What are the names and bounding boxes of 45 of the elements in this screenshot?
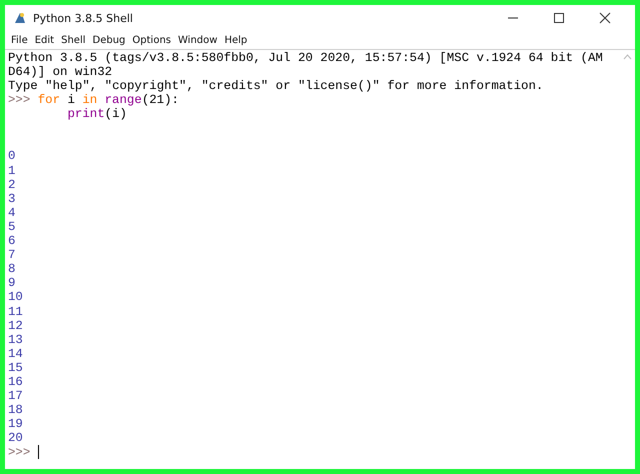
output-line: 7	[8, 248, 16, 262]
window-title: Python 3.8.5 Shell	[33, 12, 133, 24]
code-token: for	[38, 93, 60, 108]
code-token: i	[67, 93, 75, 108]
code-token: >>>	[8, 93, 30, 108]
output-line: 6	[8, 234, 16, 248]
output-line: 11	[8, 304, 23, 318]
output-line: 14	[8, 346, 23, 361]
banner-line: D64)] on win32	[8, 65, 114, 80]
python-icon	[13, 11, 27, 25]
output-line: 15	[8, 360, 23, 375]
menu-item[interactable]: Shell	[58, 34, 90, 46]
output-line: 13	[8, 332, 23, 347]
output-line: 8	[8, 262, 16, 276]
maximize-icon[interactable]	[553, 12, 565, 24]
output-line: 10	[8, 290, 23, 304]
banner-line: Python 3.8.5 (tags/v3.8.5:580fbb0, Jul 20 2020, 15:57:54) [MSC v.1924 64 bit (AM	[8, 51, 604, 66]
menu-item[interactable]: Window	[175, 34, 222, 46]
output-line: 19	[8, 417, 23, 432]
output-line: 5	[8, 220, 16, 234]
menu-item[interactable]: Debug	[90, 34, 130, 46]
output-line: 3	[8, 192, 16, 206]
banner-line: Type "help", "copyright", "credits" or "license()" for more information.	[8, 79, 544, 94]
output-line: 12	[8, 318, 23, 333]
output-line: 18	[8, 403, 23, 418]
close-icon[interactable]	[599, 12, 611, 24]
output-line: 17	[8, 389, 23, 404]
shell-prompt: >>>	[8, 446, 30, 460]
menu-item[interactable]: Edit	[32, 34, 58, 46]
output-line: 0	[8, 149, 16, 164]
menu-item[interactable]: Options	[129, 34, 175, 46]
output-line: 4	[8, 206, 16, 220]
code-token: (21):	[142, 93, 179, 108]
output-line: 16	[8, 374, 23, 389]
menu-item[interactable]: File	[8, 34, 32, 46]
code-token: range	[104, 93, 142, 108]
output-line: 1	[8, 164, 16, 178]
code-token: in	[82, 93, 98, 108]
text-cursor	[38, 445, 39, 460]
code-token: (i)	[104, 107, 127, 122]
output-line: 2	[8, 178, 16, 192]
output-line: 9	[8, 276, 16, 290]
output-line: 20	[8, 431, 23, 446]
menu-item[interactable]: Help	[221, 34, 252, 46]
code-token: print	[67, 107, 105, 122]
